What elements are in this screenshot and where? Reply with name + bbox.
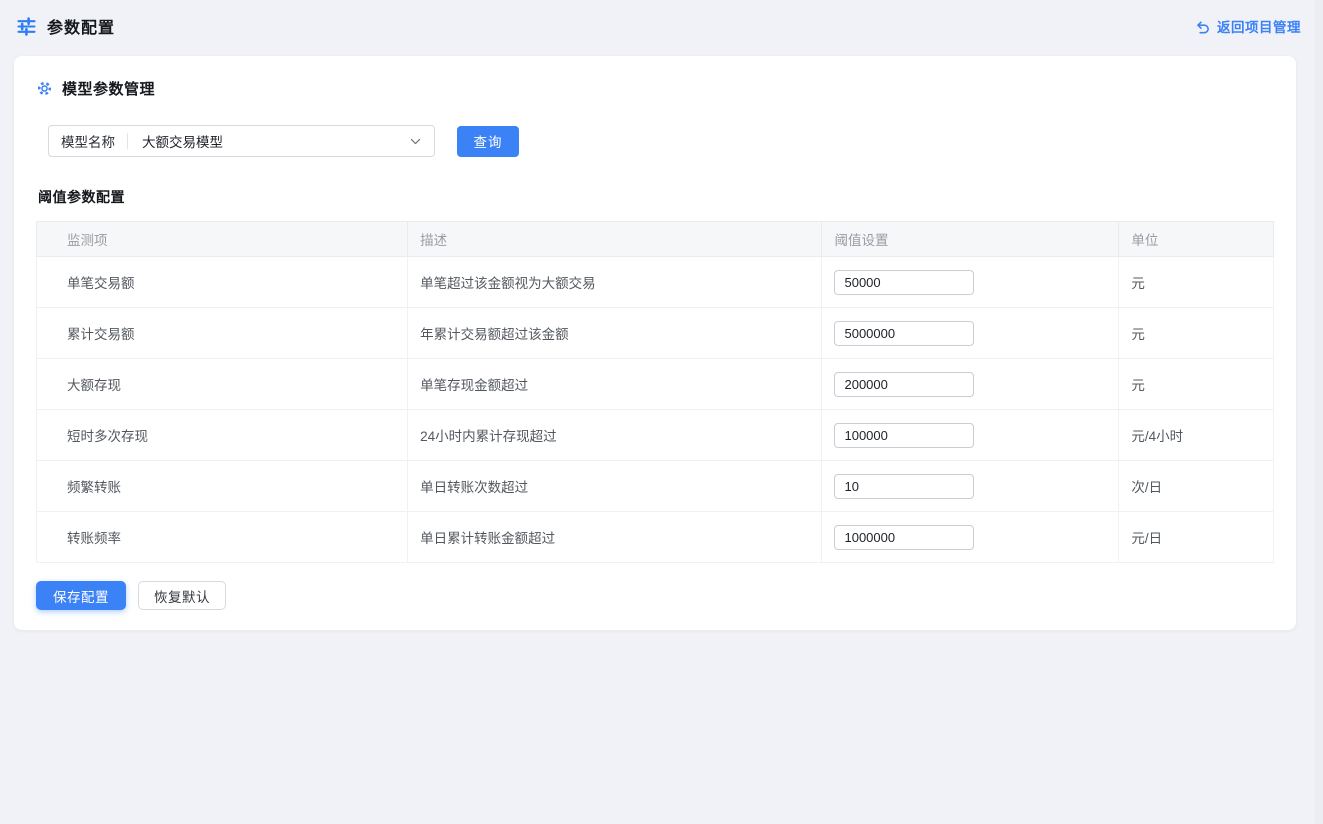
column-header-item: 监测项: [37, 222, 408, 257]
threshold-input[interactable]: [834, 321, 974, 346]
topbar: 参数配置 返回项目管理: [0, 0, 1323, 52]
cell-unit: 元: [1119, 359, 1274, 410]
cell-item: 单笔交易额: [37, 257, 408, 308]
cell-item: 短时多次存现: [37, 410, 408, 461]
cell-desc: 单笔超过该金额视为大额交易: [408, 257, 822, 308]
threshold-input[interactable]: [834, 474, 974, 499]
card-header: 模型参数管理: [36, 78, 1274, 99]
save-config-button[interactable]: 保存配置: [36, 581, 126, 610]
gear-icon: [36, 80, 53, 97]
threshold-section-title: 阈值参数配置: [38, 187, 1274, 207]
threshold-input[interactable]: [834, 525, 974, 550]
query-button[interactable]: 查询: [457, 126, 519, 157]
threshold-table: 监测项 描述 阈值设置 单位 单笔交易额 单笔超过该金额视为大额交易 元 累计交…: [36, 221, 1274, 563]
cell-item: 累计交易额: [37, 308, 408, 359]
cell-unit: 元: [1119, 257, 1274, 308]
topbar-left: 参数配置: [16, 14, 115, 38]
model-parameter-card: 模型参数管理 模型名称 大额交易模型 查询 阈值参数配置 监测项 描述 阈值设置…: [14, 56, 1296, 630]
chevron-down-icon: [409, 135, 422, 148]
table-row: 单笔交易额 单笔超过该金额视为大额交易 元: [37, 257, 1274, 308]
cell-item: 频繁转账: [37, 461, 408, 512]
model-name-label: 模型名称: [49, 131, 127, 151]
cell-desc: 单笔存现金额超过: [408, 359, 822, 410]
cell-unit: 元: [1119, 308, 1274, 359]
threshold-input[interactable]: [834, 270, 974, 295]
back-to-project-link[interactable]: 返回项目管理: [1195, 16, 1301, 36]
cell-desc: 单日累计转账金额超过: [408, 512, 822, 563]
table-row: 累计交易额 年累计交易额超过该金额 元: [37, 308, 1274, 359]
cell-desc: 年累计交易额超过该金额: [408, 308, 822, 359]
table-row: 频繁转账 单日转账次数超过 次/日: [37, 461, 1274, 512]
card-title: 模型参数管理: [62, 78, 155, 99]
cell-desc: 24小时内累计存现超过: [408, 410, 822, 461]
sliders-icon: [16, 16, 37, 37]
table-row: 转账频率 单日累计转账金额超过 元/日: [37, 512, 1274, 563]
model-name-select[interactable]: 模型名称 大额交易模型: [48, 125, 435, 157]
column-header-unit: 单位: [1119, 222, 1274, 257]
threshold-input[interactable]: [834, 423, 974, 448]
scrollbar[interactable]: [1315, 0, 1323, 824]
undo-icon: [1195, 19, 1210, 34]
cell-desc: 单日转账次数超过: [408, 461, 822, 512]
query-row: 模型名称 大额交易模型 查询: [48, 125, 1274, 157]
table-row: 大额存现 单笔存现金额超过 元: [37, 359, 1274, 410]
page-title: 参数配置: [47, 14, 115, 38]
threshold-input[interactable]: [834, 372, 974, 397]
column-header-desc: 描述: [408, 222, 822, 257]
cell-unit: 元/日: [1119, 512, 1274, 563]
cell-unit: 元/4小时: [1119, 410, 1274, 461]
table-header-row: 监测项 描述 阈值设置 单位: [37, 222, 1274, 257]
table-row: 短时多次存现 24小时内累计存现超过 元/4小时: [37, 410, 1274, 461]
restore-default-button[interactable]: 恢复默认: [138, 581, 226, 610]
back-link-label: 返回项目管理: [1217, 16, 1301, 36]
model-name-value: 大额交易模型: [128, 131, 409, 151]
actions-row: 保存配置 恢复默认: [36, 581, 1274, 610]
cell-unit: 次/日: [1119, 461, 1274, 512]
cell-item: 转账频率: [37, 512, 408, 563]
column-header-value: 阈值设置: [822, 222, 1119, 257]
cell-item: 大额存现: [37, 359, 408, 410]
